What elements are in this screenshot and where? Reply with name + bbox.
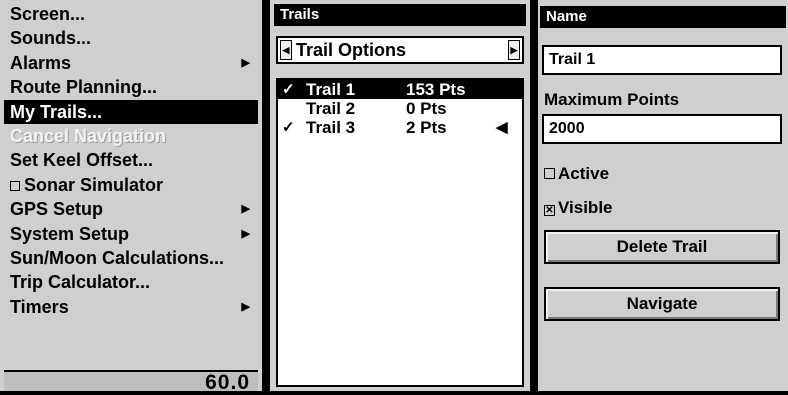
trail-detail-panel: Name Trail 1 Maximum Points 2000 Active … — [538, 0, 788, 391]
menu-item-my-trails[interactable]: My Trails... — [4, 99, 258, 124]
maximum-points-field[interactable]: 2000 — [542, 114, 782, 144]
trail-name: Trail 1 — [306, 80, 356, 99]
menu-item-trip-calculator[interactable]: Trip Calculator... — [4, 270, 258, 294]
menu-item-sonar-simulator[interactable]: Sonar Simulator — [4, 173, 258, 197]
trails-panel: Trails ◀ Trail Options ▶ ✓ Trail 1 153 P… — [270, 0, 530, 391]
checkmark-icon: ✓ — [282, 81, 295, 98]
trail-name: Trail 2 — [306, 99, 356, 118]
submenu-arrow-icon: ▶ — [241, 56, 250, 69]
menu-item-label: Sun/Moon Calculations... — [10, 247, 225, 268]
menu-item-sounds[interactable]: Sounds... — [4, 26, 258, 50]
menu-item-label: Timers — [10, 296, 69, 317]
menu-item-label: Route Planning... — [10, 77, 157, 98]
menu-item-label: Trip Calculator... — [10, 272, 151, 293]
trail-points: 2 Pts — [406, 118, 447, 137]
visible-label: Visible — [558, 198, 613, 217]
active-checkbox[interactable] — [544, 168, 555, 179]
delete-trail-button[interactable]: Delete Trail — [544, 230, 780, 264]
checkmark-icon: ✓ — [282, 119, 295, 136]
trail-list: ✓ Trail 1 153 Pts Trail 2 0 Pts ✓ Trail … — [276, 78, 524, 387]
visible-checkbox[interactable]: ✕ — [544, 205, 555, 216]
menu-item-set-keel-offset[interactable]: Set Keel Offset... — [4, 148, 258, 172]
trail-name: Trail 3 — [306, 118, 356, 137]
trail-points: 153 Pts — [406, 80, 466, 99]
status-value: 60.0 — [205, 371, 250, 394]
trail-points: 0 Pts — [406, 99, 447, 118]
menu-item-label: Screen... — [10, 4, 86, 24]
menu-item-label: Set Keel Offset... — [10, 150, 154, 171]
status-bar: 60.0 — [4, 370, 258, 394]
menu-item-alarms[interactable]: Alarms ▶ — [4, 51, 258, 75]
trail-row[interactable]: ✓ Trail 3 2 Pts ◀ — [278, 118, 522, 137]
name-label: Name — [540, 6, 786, 28]
menu-item-system-setup[interactable]: System Setup ▶ — [4, 222, 258, 246]
active-label: Active — [558, 164, 610, 183]
menu-item-timers[interactable]: Timers ▶ — [4, 295, 258, 319]
main-menu: Screen... Sounds... Alarms ▶ Route Planni… — [4, 2, 258, 319]
menu-item-screen[interactable]: Screen... — [4, 2, 258, 26]
trail-row[interactable]: ✓ Trail 1 153 Pts — [278, 80, 522, 99]
active-checkbox-row[interactable]: Active — [544, 164, 609, 184]
menu-item-label: Sonar Simulator — [24, 174, 164, 195]
submenu-arrow-icon: ▶ — [241, 300, 250, 313]
main-menu-panel: Screen... Sounds... Alarms ▶ Route Planni… — [0, 0, 262, 394]
trail-name-field[interactable]: Trail 1 — [542, 45, 782, 75]
navigate-button[interactable]: Navigate — [544, 287, 780, 321]
trail-row[interactable]: Trail 2 0 Pts — [278, 99, 522, 118]
menu-item-label: My Trails... — [10, 101, 103, 122]
menu-item-route-planning[interactable]: Route Planning... — [4, 75, 258, 99]
submenu-arrow-icon: ▶ — [241, 203, 250, 216]
menu-item-sun-moon[interactable]: Sun/Moon Calculations... — [4, 246, 258, 270]
trail-options-label: Trail Options — [296, 40, 407, 60]
arrow-right-icon[interactable]: ▶ — [508, 40, 520, 60]
trails-title: Trails — [274, 4, 526, 26]
menu-item-cancel-navigation: Cancel Navigation — [4, 124, 258, 148]
menu-item-label: GPS Setup — [10, 199, 104, 220]
submenu-arrow-icon: ▶ — [241, 227, 250, 240]
active-trail-arrow-icon: ◀ — [496, 119, 508, 136]
checkbox-icon[interactable] — [10, 180, 20, 191]
visible-checkbox-row[interactable]: ✕ Visible — [544, 198, 613, 218]
menu-item-label: Sounds... — [10, 28, 91, 49]
menu-item-label: Alarms — [10, 52, 72, 73]
trail-options-selector[interactable]: ◀ Trail Options ▶ — [276, 36, 524, 64]
maximum-points-label: Maximum Points — [544, 90, 680, 109]
arrow-left-icon[interactable]: ◀ — [280, 40, 292, 60]
menu-item-gps-setup[interactable]: GPS Setup ▶ — [4, 197, 258, 221]
menu-item-label: Cancel Navigation — [10, 125, 167, 146]
menu-item-label: System Setup — [10, 223, 130, 244]
